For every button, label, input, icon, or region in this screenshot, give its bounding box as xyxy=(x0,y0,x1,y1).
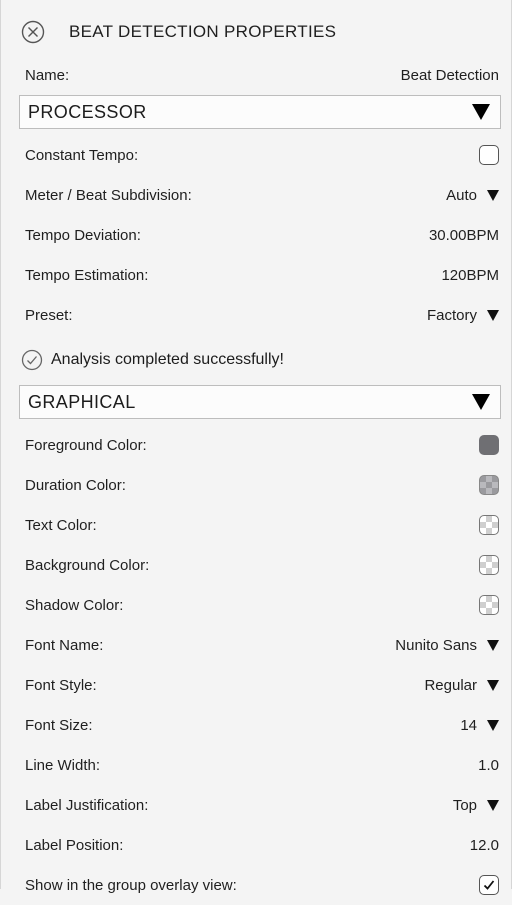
preset-label: Preset: xyxy=(25,306,73,324)
label-position-row: Label Position: 12.0 xyxy=(1,825,511,865)
preset-dropdown[interactable]: Factory xyxy=(427,307,499,324)
tempo-deviation-label: Tempo Deviation: xyxy=(25,226,141,244)
constant-tempo-row: Constant Tempo: xyxy=(1,135,511,175)
constant-tempo-label: Constant Tempo: xyxy=(25,146,139,164)
close-icon[interactable] xyxy=(19,18,47,46)
panel-header: BEAT DETECTION PROPERTIES xyxy=(1,0,511,64)
tempo-estimation-label: Tempo Estimation: xyxy=(25,266,149,284)
tempo-deviation-value[interactable]: 30.00BPM xyxy=(429,227,499,244)
font-style-value: Regular xyxy=(424,676,477,694)
font-size-label: Font Size: xyxy=(25,716,93,734)
shadow-color-swatch[interactable] xyxy=(479,595,499,615)
meter-row: Meter / Beat Subdivision: Auto xyxy=(1,175,511,215)
shadow-color-row: Shadow Color: xyxy=(1,585,511,625)
foreground-color-row: Foreground Color: xyxy=(1,425,511,465)
dropdown-arrow-icon xyxy=(487,189,499,201)
meter-value: Auto xyxy=(446,186,477,204)
background-color-row: Background Color: xyxy=(1,545,511,585)
background-color-swatch[interactable] xyxy=(479,555,499,575)
panel-title: BEAT DETECTION PROPERTIES xyxy=(69,22,337,41)
duration-color-swatch[interactable] xyxy=(479,475,499,495)
text-color-swatch[interactable] xyxy=(479,515,499,535)
preset-row: Preset: Factory xyxy=(1,295,511,335)
font-style-label: Font Style: xyxy=(25,676,97,694)
dropdown-arrow-icon xyxy=(487,679,499,691)
line-width-value[interactable]: 1.0 xyxy=(478,757,499,774)
foreground-color-swatch[interactable] xyxy=(479,435,499,455)
graphical-section-header[interactable]: GRAPHICAL xyxy=(19,385,501,419)
name-row: Name: Beat Detection xyxy=(1,64,511,86)
text-color-row: Text Color: xyxy=(1,505,511,545)
font-size-value: 14 xyxy=(460,716,477,734)
tempo-estimation-value[interactable]: 120BPM xyxy=(441,267,499,284)
processor-section-header[interactable]: PROCESSOR xyxy=(19,95,501,129)
dropdown-arrow-icon xyxy=(487,799,499,811)
foreground-color-label: Foreground Color: xyxy=(25,436,147,454)
properties-panel: BEAT DETECTION PROPERTIES Name: Beat Det… xyxy=(0,0,512,895)
line-width-label: Line Width: xyxy=(25,756,101,774)
background-color-label: Background Color: xyxy=(25,556,150,574)
shadow-color-label: Shadow Color: xyxy=(25,596,124,614)
label-justification-label: Label Justification: xyxy=(25,796,149,814)
tempo-estimation-row: Tempo Estimation: 120BPM xyxy=(1,255,511,295)
duration-color-row: Duration Color: xyxy=(1,465,511,505)
line-width-row: Line Width: 1.0 xyxy=(1,745,511,785)
tempo-deviation-row: Tempo Deviation: 30.00BPM xyxy=(1,215,511,255)
label-position-label: Label Position: xyxy=(25,836,124,854)
checkmark-icon xyxy=(483,880,495,890)
font-name-dropdown[interactable]: Nunito Sans xyxy=(395,637,499,654)
dropdown-arrow-icon xyxy=(487,639,499,651)
dropdown-arrow-icon xyxy=(487,719,499,731)
show-in-overlay-label: Show in the group overlay view: xyxy=(25,876,237,894)
name-value[interactable]: Beat Detection xyxy=(401,67,499,84)
analysis-status: Analysis completed successfully! xyxy=(1,335,511,385)
label-justification-dropdown[interactable]: Top xyxy=(453,797,499,814)
font-size-row: Font Size: 14 xyxy=(1,705,511,745)
font-size-dropdown[interactable]: 14 xyxy=(460,717,499,734)
check-circle-icon xyxy=(21,349,43,371)
label-position-value[interactable]: 12.0 xyxy=(470,837,499,854)
font-name-row: Font Name: Nunito Sans xyxy=(1,625,511,665)
font-style-row: Font Style: Regular xyxy=(1,665,511,705)
dropdown-arrow-icon xyxy=(487,309,499,321)
collapse-arrow-icon[interactable] xyxy=(472,104,490,120)
duration-color-label: Duration Color: xyxy=(25,476,126,494)
font-name-label: Font Name: xyxy=(25,636,104,654)
processor-section-label: PROCESSOR xyxy=(28,101,147,122)
text-color-label: Text Color: xyxy=(25,516,97,534)
status-text: Analysis completed successfully! xyxy=(51,351,284,368)
label-justification-value: Top xyxy=(452,796,477,814)
name-label: Name: xyxy=(25,66,70,84)
label-justification-row: Label Justification: Top xyxy=(1,785,511,825)
collapse-arrow-icon[interactable] xyxy=(472,394,490,410)
show-in-overlay-row: Show in the group overlay view: xyxy=(1,865,511,905)
font-style-dropdown[interactable]: Regular xyxy=(424,677,499,694)
graphical-section-label: GRAPHICAL xyxy=(28,391,136,412)
show-in-overlay-checkbox[interactable] xyxy=(479,875,499,895)
constant-tempo-checkbox[interactable] xyxy=(479,145,499,165)
meter-dropdown[interactable]: Auto xyxy=(446,187,499,204)
preset-value: Factory xyxy=(426,306,477,324)
meter-label: Meter / Beat Subdivision: xyxy=(25,186,192,204)
font-name-value: Nunito Sans xyxy=(395,636,477,654)
